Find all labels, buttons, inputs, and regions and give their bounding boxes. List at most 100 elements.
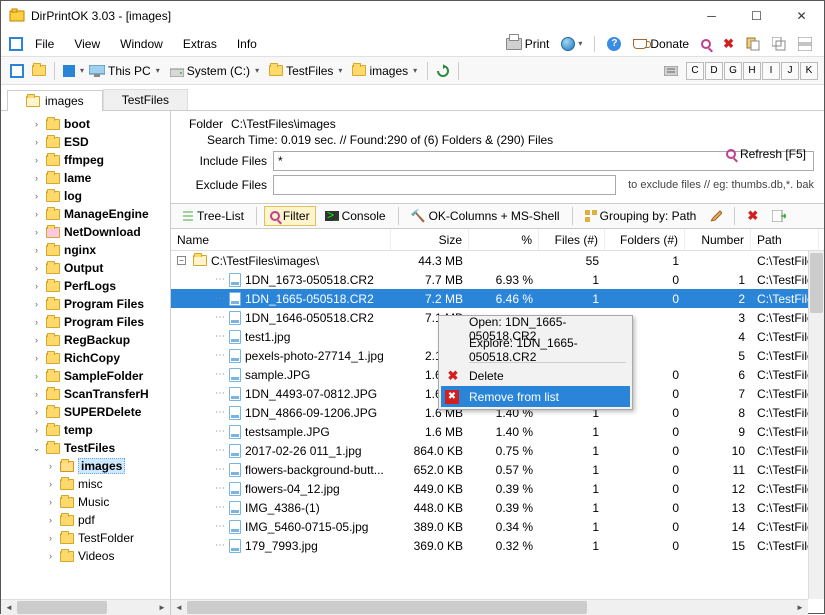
tool-copy[interactable] [742,35,764,53]
path-refresh[interactable] [433,63,453,79]
tree-node[interactable]: ⌄TestFiles [3,439,168,457]
close-button[interactable]: ✕ [779,1,824,31]
col-folders[interactable]: Folders (#) [605,229,685,250]
tb-filter[interactable]: Filter [264,206,316,226]
drive-K[interactable]: K [800,62,818,80]
tree-node[interactable]: ›pdf [3,511,168,529]
expand-icon[interactable]: › [31,119,42,130]
tree-node[interactable]: ›Videos [3,547,168,565]
path-testfiles[interactable]: TestFiles▾ [266,63,347,79]
table-row[interactable]: ⋯testsample.JPG1.6 MB1.40 %109C:\TestFil… [171,422,824,441]
menu-view[interactable]: View [66,35,108,53]
drive-I[interactable]: I [762,62,780,80]
tree-node[interactable]: ›PerfLogs [3,277,168,295]
expand-icon[interactable]: › [31,407,42,418]
help-button[interactable]: ? [603,35,625,53]
tb-console[interactable]: >_Console [320,207,391,225]
tree-node[interactable]: ›RegBackup [3,331,168,349]
col-name[interactable]: Name [171,229,391,250]
expand-icon[interactable]: › [31,263,42,274]
web-button[interactable]: ▾ [557,35,586,53]
tb-okcolumns[interactable]: 🔨OK-Columns + MS-Shell [406,207,565,225]
tool-cascade[interactable] [768,35,790,53]
tree-node[interactable]: ›SUPERDelete [3,403,168,421]
table-row[interactable]: ⋯1DN_1673-050518.CR27.7 MB6.93 %101C:\Te… [171,270,824,289]
expand-icon[interactable]: › [31,317,42,328]
tree-node[interactable]: ›Program Files [3,295,168,313]
drive-letters-icon[interactable] [661,62,681,80]
tree-node[interactable]: ›log [3,187,168,205]
col-path[interactable]: Path [751,229,819,250]
table-row[interactable]: ⋯IMG_4386-(1)448.0 KB0.39 %1013C:\TestFi… [171,498,824,517]
tb-export[interactable] [767,208,791,224]
tool-delete[interactable]: ✖ [719,34,738,54]
tb-delete[interactable]: ✖ [742,206,763,226]
maximize-button[interactable]: ☐ [734,1,779,31]
expand-icon[interactable]: › [31,299,42,310]
minimize-button[interactable]: ─ [689,1,734,31]
expand-icon[interactable]: › [45,461,56,472]
tree-node[interactable]: ›lame [3,169,168,187]
table-row[interactable]: ⋯flowers-background-butt...652.0 KB0.57 … [171,460,824,479]
drive-J[interactable]: J [781,62,799,80]
expand-icon[interactable]: › [45,515,56,526]
path-thispc[interactable]: ▾ This PC▾ [60,63,165,79]
ctx-explore[interactable]: Explore: 1DN_1665-050518.CR2 [441,339,630,360]
tree-node[interactable]: ›ScanTransferH [3,385,168,403]
tree-node[interactable]: ›misc [3,475,168,493]
expand-icon[interactable]: › [45,551,56,562]
drive-C[interactable]: C [686,62,704,80]
print-button[interactable]: Print [502,35,554,53]
tree-node[interactable]: ›NetDownload [3,223,168,241]
tab-testfiles[interactable]: TestFiles [103,89,188,110]
path-images[interactable]: images▾ [349,63,422,79]
tree-node[interactable]: ›Music [3,493,168,511]
expand-icon[interactable]: › [31,389,42,400]
grid-scroll-v[interactable] [808,251,824,599]
table-row[interactable]: −C:\TestFiles\images\44.3 MB551C:\TestFi… [171,251,824,270]
table-row[interactable]: ⋯2017-02-26 011_1.jpg864.0 KB0.75 %1010C… [171,441,824,460]
tool-tile[interactable] [794,35,816,53]
refresh-button[interactable]: Refresh [F5] [726,147,806,161]
table-row[interactable]: ⋯flowers-04_12.jpg449.0 KB0.39 %1012C:\T… [171,479,824,498]
grid-scroll-h[interactable]: ◄► [171,599,808,615]
tree-node[interactable]: ›ffmpeg [3,151,168,169]
col-files[interactable]: Files (#) [539,229,605,250]
tree-node[interactable]: ›temp [3,421,168,439]
expand-icon[interactable]: › [31,353,42,364]
tree-node[interactable]: ›images [3,457,168,475]
tree-node[interactable]: ›Output [3,259,168,277]
expand-icon[interactable]: › [45,533,56,544]
exclude-input[interactable] [273,175,616,195]
tree-node[interactable]: ›TestFolder [3,529,168,547]
tree-node[interactable]: ›SampleFolder [3,367,168,385]
tree-node[interactable]: ›boot [3,115,168,133]
tree-node[interactable]: ›Program Files [3,313,168,331]
folder-tree[interactable]: ›boot›ESD›ffmpeg›lame›log›ManageEngine›N… [1,111,171,615]
expand-icon[interactable]: › [31,245,42,256]
expand-icon[interactable]: › [31,425,42,436]
expand-icon[interactable]: › [45,479,56,490]
app-menu-icon[interactable] [9,37,23,51]
tb-edit[interactable] [705,208,727,224]
col-pct[interactable]: % [469,229,539,250]
tree-node[interactable]: ›nginx [3,241,168,259]
expand-icon[interactable]: › [31,173,42,184]
expand-icon[interactable]: ⌄ [31,443,42,454]
table-row[interactable]: ⋯179_7993.jpg369.0 KB0.32 %1015C:\TestFi… [171,536,824,555]
col-number[interactable]: Number [685,229,751,250]
menu-window[interactable]: Window [112,35,171,53]
expand-icon[interactable]: › [31,227,42,238]
tree-node[interactable]: ›ESD [3,133,168,151]
tb-grouping[interactable]: Grouping by: Path [580,207,702,225]
tb-treelist[interactable]: Tree-List [177,207,249,225]
expand-icon[interactable]: › [31,209,42,220]
ctx-remove[interactable]: ✖Remove from list [441,386,630,407]
expand-icon[interactable]: › [31,191,42,202]
expand-icon[interactable]: › [31,371,42,382]
menu-extras[interactable]: Extras [175,35,225,53]
drive-G[interactable]: G [724,62,742,80]
drive-D[interactable]: D [705,62,723,80]
tree-node[interactable]: ›RichCopy [3,349,168,367]
tool-magnify[interactable] [697,37,715,51]
